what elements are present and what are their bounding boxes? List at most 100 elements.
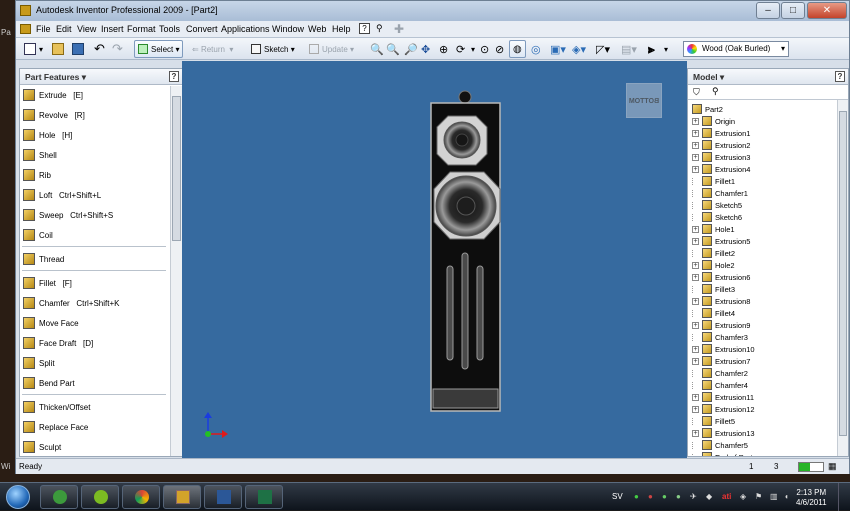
tree-node[interactable]: Chamfer5: [692, 439, 748, 451]
tree-node[interactable]: + Origin: [692, 115, 735, 127]
tray-icon-2[interactable]: ●: [648, 492, 653, 501]
feature-loft[interactable]: Loft Ctrl+Shift+L: [23, 187, 101, 203]
start-button[interactable]: [6, 485, 30, 509]
undo-icon[interactable]: ↶: [94, 40, 105, 58]
feature-move-face[interactable]: Move Face: [23, 315, 79, 331]
open-icon[interactable]: [52, 40, 67, 58]
expand-icon[interactable]: +: [692, 357, 699, 365]
expand-icon[interactable]: +: [692, 117, 699, 125]
tree-root[interactable]: Part2: [692, 103, 723, 115]
tree-node[interactable]: Fillet3: [692, 283, 735, 295]
tree-node[interactable]: + Extrusion9: [692, 319, 750, 331]
expand-icon[interactable]: +: [692, 141, 699, 149]
menu-format[interactable]: Format: [127, 24, 156, 34]
feature-coil[interactable]: Coil: [23, 227, 53, 243]
menu-file[interactable]: File: [36, 24, 51, 34]
tree-node[interactable]: Fillet5: [692, 415, 735, 427]
expand-icon[interactable]: +: [692, 261, 699, 269]
tree-node[interactable]: Chamfer4: [692, 379, 748, 391]
return-button[interactable]: ⇐ Return ▾: [192, 40, 233, 58]
feature-extrude[interactable]: Extrude [E]: [23, 87, 83, 103]
taskbar-chrome[interactable]: [122, 485, 160, 509]
add-icon[interactable]: ✚: [394, 22, 405, 36]
whats-this-icon[interactable]: ?: [359, 23, 370, 34]
find-icon[interactable]: ⚲: [712, 86, 719, 97]
show-desktop-button[interactable]: [838, 483, 850, 511]
menu-web[interactable]: Web: [308, 24, 326, 34]
tree-node[interactable]: Chamfer3: [692, 331, 748, 343]
look-at-icon[interactable]: ⊙: [480, 40, 489, 58]
select-button[interactable]: Select ▾: [134, 40, 184, 58]
toolbar-more-icon[interactable]: ▾: [664, 40, 668, 58]
shadow-icon[interactable]: ◈▾: [572, 40, 586, 58]
feature-fillet[interactable]: Fillet [F]: [23, 275, 72, 291]
display-mode-icon[interactable]: ▣▾: [550, 40, 566, 58]
taskbar-messenger[interactable]: [40, 485, 78, 509]
taskbar-inventor[interactable]: [163, 485, 201, 509]
tree-node[interactable]: + Extrusion1: [692, 127, 750, 139]
tray-icon-4[interactable]: ●: [676, 492, 681, 501]
feature-shell[interactable]: Shell: [23, 147, 57, 163]
minimize-button[interactable]: –: [756, 2, 780, 19]
expand-icon[interactable]: +: [692, 321, 699, 329]
save-icon[interactable]: [72, 40, 87, 58]
expand-icon[interactable]: +: [692, 429, 699, 437]
network-icon[interactable]: ▥: [770, 492, 778, 501]
expand-icon[interactable]: +: [692, 297, 699, 305]
tree-node[interactable]: + Hole1: [692, 223, 735, 235]
chevron-down-icon[interactable]: ▾: [781, 42, 785, 56]
new-icon[interactable]: ▾: [24, 40, 43, 58]
orbit-icon[interactable]: ⟳: [456, 40, 465, 58]
tree-node[interactable]: + Extrusion4: [692, 163, 750, 175]
menu-applications[interactable]: Applications: [221, 24, 270, 34]
title-bar[interactable]: Autodesk Inventor Professional 2009 - [P…: [16, 1, 849, 21]
section-icon[interactable]: ▤▾: [621, 40, 637, 58]
tree-node[interactable]: + Extrusion5: [692, 235, 750, 247]
camera-icon[interactable]: ◸▾: [596, 40, 610, 58]
panel-help-icon[interactable]: ?: [169, 71, 179, 82]
tree-node[interactable]: Sketch5: [692, 199, 742, 211]
feature-chamfer[interactable]: Chamfer Ctrl+Shift+K: [23, 295, 120, 311]
tree-node[interactable]: + Extrusion2: [692, 139, 750, 151]
sketch-button[interactable]: Sketch ▾: [251, 40, 295, 58]
feature-thread[interactable]: Thread: [23, 251, 64, 267]
menu-insert[interactable]: Insert: [101, 24, 124, 34]
menu-window[interactable]: Window: [272, 24, 304, 34]
tree-node[interactable]: Sketch6: [692, 211, 742, 223]
tree-node[interactable]: + Extrusion13: [692, 427, 755, 439]
filter-icon[interactable]: ⛉: [693, 87, 700, 98]
scrollbar-thumb[interactable]: [839, 111, 847, 436]
app-icon[interactable]: [20, 5, 31, 16]
scrollbar-thumb[interactable]: [172, 96, 181, 241]
taskbar-word[interactable]: [204, 485, 242, 509]
feature-sweep[interactable]: Sweep Ctrl+Shift+S: [23, 207, 113, 223]
expand-icon[interactable]: +: [692, 237, 699, 245]
ati-icon[interactable]: ati: [722, 492, 731, 501]
pan-icon[interactable]: ✥: [421, 40, 430, 58]
browser-scrollbar[interactable]: [837, 100, 848, 456]
maximize-button[interactable]: □: [781, 2, 805, 19]
feature-face-draft[interactable]: Face Draft [D]: [23, 335, 93, 351]
tree-node[interactable]: Fillet4: [692, 307, 735, 319]
feature-replace-face[interactable]: Replace Face: [23, 419, 88, 435]
tree-node[interactable]: Fillet2: [692, 247, 735, 259]
features-scrollbar[interactable]: [170, 86, 182, 456]
tree-node[interactable]: End of Part: [692, 451, 753, 456]
tree-node[interactable]: Chamfer1: [692, 187, 748, 199]
tree-node[interactable]: + Extrusion7: [692, 355, 750, 367]
shaded-display-icon[interactable]: ◍: [509, 40, 526, 58]
expand-icon[interactable]: +: [692, 273, 699, 281]
redo-icon[interactable]: ↷: [112, 40, 123, 58]
expand-icon[interactable]: +: [692, 393, 699, 401]
menu-view[interactable]: View: [77, 24, 96, 34]
expand-icon[interactable]: +: [692, 153, 699, 161]
tray-icon-6[interactable]: ◆: [706, 492, 712, 501]
menu-help[interactable]: Help: [332, 24, 351, 34]
feature-sculpt[interactable]: Sculpt: [23, 439, 61, 455]
forward-icon[interactable]: ⫸: [648, 40, 655, 58]
feature-rib[interactable]: Rib: [23, 167, 51, 183]
model-browser-header[interactable]: Model ▾ ?: [688, 69, 848, 85]
expand-icon[interactable]: +: [692, 225, 699, 233]
browser-help-icon[interactable]: ?: [835, 71, 845, 82]
tray-icon-5[interactable]: ✈: [690, 492, 697, 501]
